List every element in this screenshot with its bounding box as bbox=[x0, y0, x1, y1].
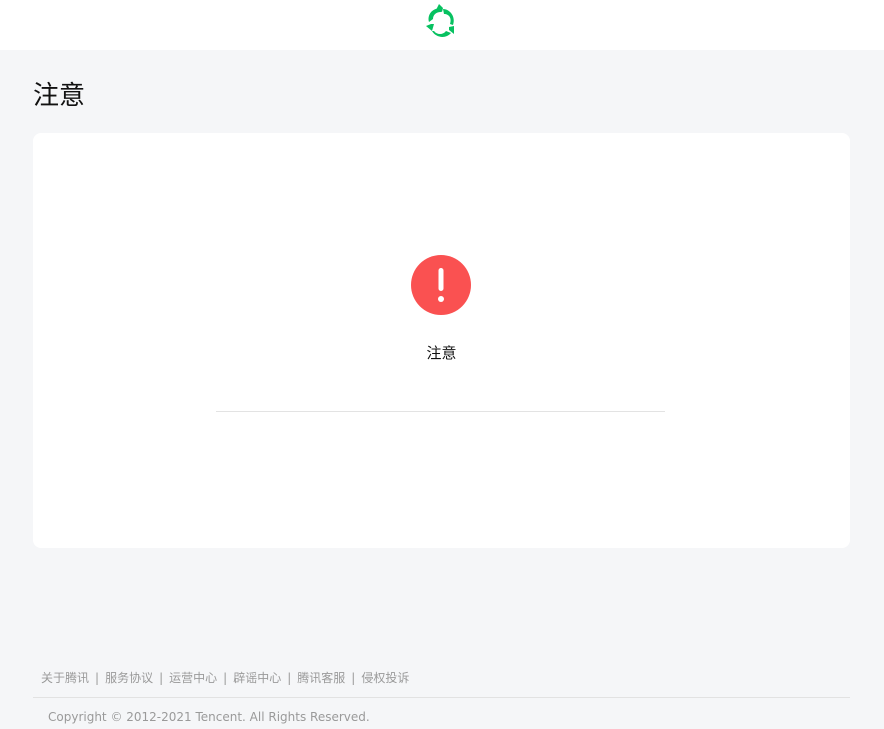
page-title: 注意 bbox=[33, 81, 86, 111]
footer-links: 关于腾讯 | 服务协议 | 运营中心 | 辟谣中心 | 腾讯客服 | 侵权投诉 bbox=[41, 669, 409, 687]
footer-separator: | bbox=[95, 671, 100, 685]
footer-separator: | bbox=[287, 671, 292, 685]
footer-link-service-agreement[interactable]: 服务协议 bbox=[105, 669, 153, 687]
copyright-text: Copyright © 2012-2021 Tencent. All Right… bbox=[48, 710, 370, 724]
footer-link-operations-center[interactable]: 运营中心 bbox=[169, 669, 217, 687]
footer-separator: | bbox=[159, 671, 164, 685]
message-card: 注意 bbox=[33, 133, 850, 548]
footer-separator: | bbox=[223, 671, 228, 685]
footer-separator: | bbox=[351, 671, 356, 685]
footer-link-rumor-center[interactable]: 辟谣中心 bbox=[233, 669, 281, 687]
footer-link-customer-service[interactable]: 腾讯客服 bbox=[297, 669, 345, 687]
card-divider bbox=[216, 411, 665, 412]
footer-link-about-tencent[interactable]: 关于腾讯 bbox=[41, 669, 89, 687]
footer-divider bbox=[33, 697, 850, 698]
top-bar bbox=[0, 0, 884, 50]
message-text: 注意 bbox=[426, 344, 457, 362]
exclamation-circle-icon bbox=[411, 255, 471, 315]
footer-link-infringement-complaint[interactable]: 侵权投诉 bbox=[361, 669, 409, 687]
wechat-logo-icon bbox=[426, 4, 454, 37]
